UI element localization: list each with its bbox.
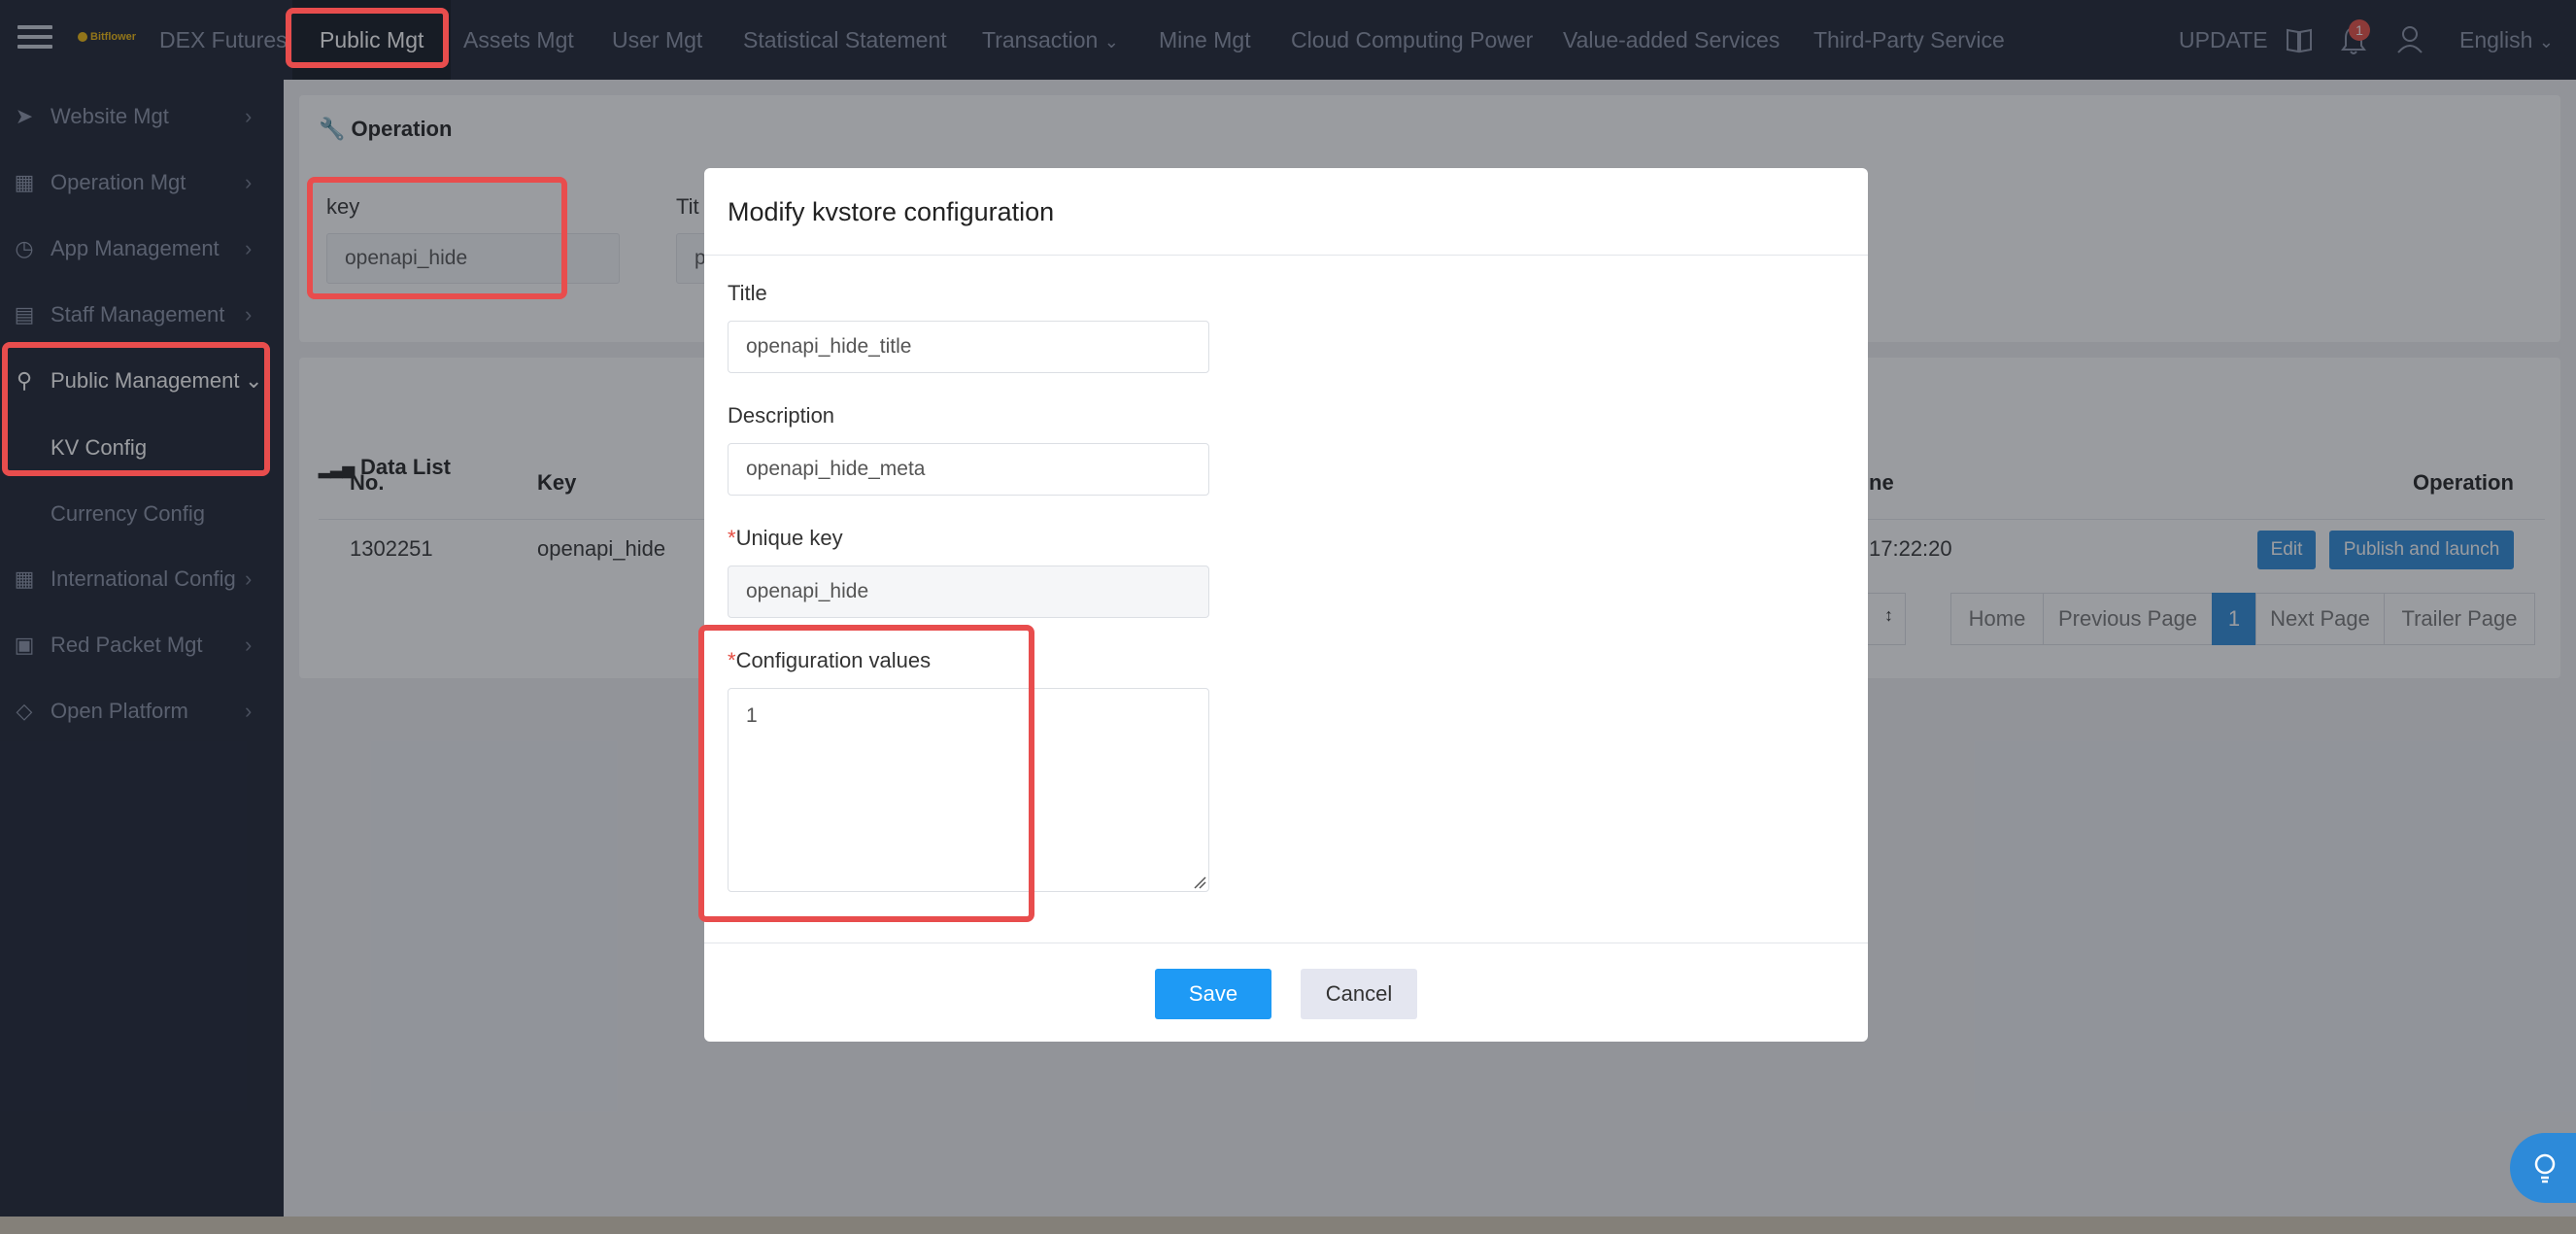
- highlight-key-filter: [307, 177, 567, 299]
- resize-handle-icon[interactable]: [1193, 875, 1206, 889]
- modal-title: Modify kvstore configuration: [728, 197, 1055, 226]
- modal-header-divider: [704, 255, 1868, 256]
- unique-key-label-text: Unique key: [735, 526, 843, 550]
- lightbulb-icon: [2534, 1153, 2556, 1183]
- highlight-public-mgt: [286, 8, 449, 68]
- description-field[interactable]: openapi_hide_meta: [728, 443, 1209, 496]
- modify-kvstore-modal: Modify kvstore configuration Title opena…: [698, 168, 1868, 1042]
- description-field-label: Description: [728, 403, 835, 428]
- highlight-kv-config: [2, 342, 270, 476]
- unique-key-field: openapi_hide: [728, 566, 1209, 618]
- title-field-label: Title: [728, 281, 767, 305]
- required-mark: *: [728, 526, 736, 550]
- save-button[interactable]: Save: [1155, 969, 1271, 1019]
- unique-key-field-label: *Unique key: [728, 526, 843, 551]
- cancel-button[interactable]: Cancel: [1301, 969, 1417, 1019]
- highlight-config-values: [698, 625, 1034, 922]
- title-field[interactable]: openapi_hide_title: [728, 321, 1209, 373]
- help-floating-button[interactable]: [2510, 1133, 2576, 1203]
